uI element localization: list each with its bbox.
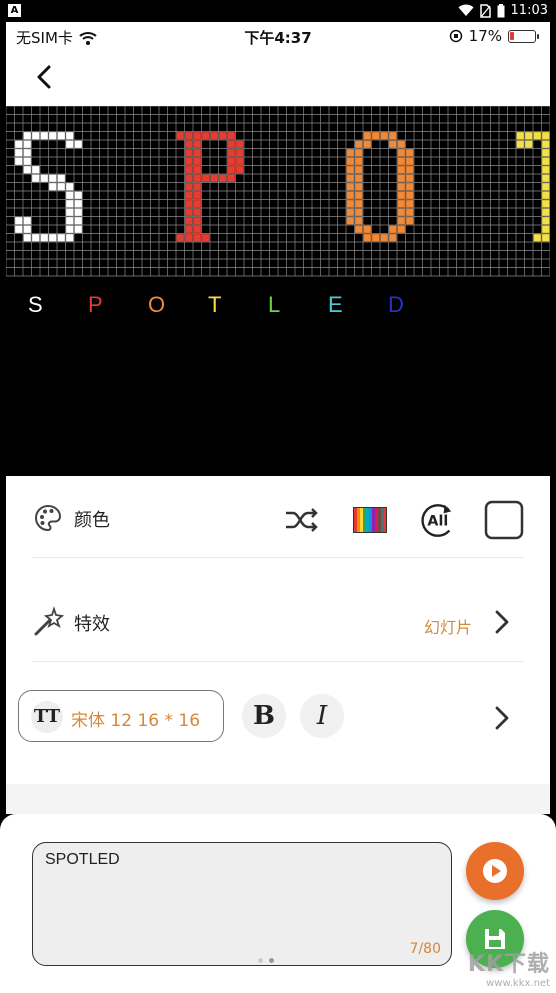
led-matrix-grid: [6, 106, 550, 277]
text-input-value: SPOTLED: [45, 851, 120, 868]
effect-value: 幻灯片: [423, 618, 472, 637]
all-cycle-icon[interactable]: All: [416, 500, 456, 540]
battery-percent: 17%: [468, 27, 502, 45]
rainbow-bar: [381, 508, 384, 532]
wifi-icon: [458, 4, 474, 16]
preview-letter: T: [208, 292, 222, 317]
watermark: KK下载 www.kkx.net: [468, 946, 550, 989]
char-counter: 7/80: [409, 941, 441, 957]
rainbow-bar: [354, 508, 357, 532]
play-icon: [483, 859, 507, 883]
watermark-text: KK下载: [467, 952, 550, 977]
no-sim-icon: [479, 3, 491, 18]
font-setting-text: 宋体 12 16 * 16: [71, 711, 201, 731]
preview-letter: E: [328, 292, 343, 317]
rainbow-bar: [375, 508, 378, 532]
color-label: 颜色: [74, 510, 110, 531]
notification-app-icon: A: [8, 4, 21, 17]
color-row: 颜色 All: [32, 478, 524, 558]
text-size-icon: TT: [31, 701, 63, 733]
preview-letter: S: [28, 292, 43, 317]
italic-button[interactable]: I: [300, 694, 344, 738]
ios-status-bar: 无SIM卡 下午4:37 17%: [6, 22, 550, 52]
section-divider: [6, 784, 550, 814]
effect-label: 特效: [74, 614, 110, 635]
bottom-input-section: SPOTLED 7/80 KK下载 www.kkx.net: [0, 814, 556, 993]
bold-button[interactable]: B: [242, 694, 286, 738]
orientation-lock-icon: [449, 29, 462, 43]
android-status-right: 11:03: [458, 3, 548, 18]
battery-icon: [508, 29, 539, 43]
nav-bar: [6, 52, 550, 106]
magic-wand-icon: [34, 606, 64, 636]
rainbow-gradient-icon[interactable]: [350, 500, 390, 540]
led-grid-lines: [6, 106, 550, 277]
watermark-url: www.kkx.net: [486, 978, 550, 989]
android-time: 11:03: [510, 3, 548, 18]
font-selector-button[interactable]: TT 宋体 12 16 * 16: [18, 690, 224, 742]
preview-letter: L: [268, 292, 281, 317]
rainbow-bar: [372, 508, 375, 532]
text-color-preview: SPOTLED: [6, 292, 550, 328]
chevron-right-icon[interactable]: [490, 704, 514, 732]
rainbow-bar: [357, 508, 360, 532]
palette-icon: [35, 504, 62, 532]
all-text: All: [427, 514, 448, 530]
effect-row[interactable]: 特效 幻灯片: [32, 582, 524, 662]
chevron-right-icon[interactable]: [490, 608, 514, 636]
battery-level: [510, 31, 514, 40]
preview-letter: P: [88, 292, 103, 317]
rainbow-bar: [378, 508, 381, 532]
rainbow-bar: [369, 508, 372, 532]
rainbow-bar: [366, 508, 369, 532]
settings-panel: 颜色 All 特效 幻灯片 TT 宋体 12 16 * 16 B I: [6, 476, 550, 784]
battery-status-icon: [497, 3, 505, 17]
shuffle-icon[interactable]: [282, 500, 322, 540]
back-chevron-icon[interactable]: [30, 62, 60, 92]
rainbow-bar: [363, 508, 366, 532]
page-indicator: [258, 958, 274, 963]
android-status-bar: A 11:03: [0, 0, 556, 22]
led-matrix-display: [6, 106, 550, 278]
preview-letter: O: [148, 292, 166, 317]
play-button[interactable]: [466, 842, 524, 900]
square-outline-icon[interactable]: [484, 500, 524, 540]
text-input-field[interactable]: SPOTLED 7/80: [32, 842, 452, 966]
preview-letter: D: [388, 292, 404, 317]
rainbow-bar: [360, 508, 363, 532]
